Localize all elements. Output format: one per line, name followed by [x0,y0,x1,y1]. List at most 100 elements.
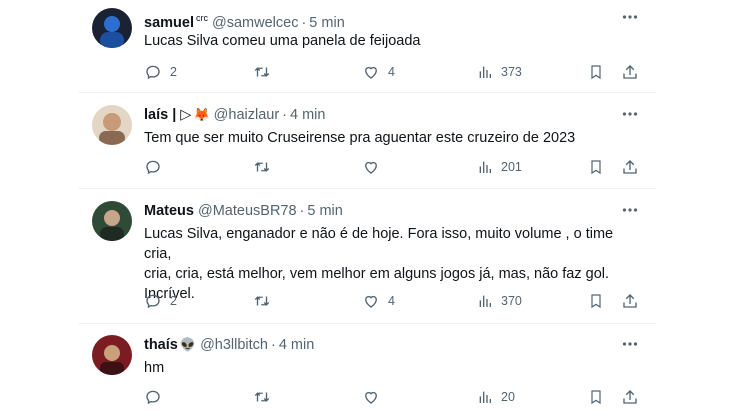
share-icon [623,65,637,79]
bookmark-icon [591,65,601,80]
tweet-text-line: Tem que ser muito Cruseirense pra aguent… [144,130,576,146]
tweet-actions: 201 [144,157,640,177]
divider [78,188,656,189]
display-name[interactable]: samuel [144,15,194,31]
bookmark-icon [591,390,601,405]
share-button[interactable] [621,387,639,407]
timestamp[interactable]: 4 min [279,337,314,353]
like-button[interactable] [362,157,388,177]
tweet-header: Mateus @MateusBR78 · 5 min [144,203,343,219]
retweet-icon [254,392,270,402]
views-icon [479,161,491,173]
tweet[interactable]: thaís 👽 @h3llbitch · 4 min hm 20 [78,335,656,415]
reply-button[interactable] [144,387,170,407]
share-button[interactable] [621,291,639,311]
reply-icon [146,65,160,80]
heart-icon [365,295,377,308]
bookmark-button[interactable] [588,62,604,82]
tweet-text: Lucas Silva comeu uma panela de feijoada [144,31,644,51]
timestamp[interactable]: 5 min [307,203,342,219]
like-button[interactable]: 4 [362,62,395,82]
tweet[interactable]: samuel crc @samwelcec · 5 min Lucas Silva c… [78,8,656,88]
more-icon[interactable] [622,203,638,217]
views-button[interactable]: 201 [477,157,522,177]
bookmark-button[interactable] [588,157,604,177]
views-button[interactable]: 373 [477,62,522,82]
views-count: 20 [501,390,515,404]
bookmark-button[interactable] [588,387,604,407]
heart-icon [365,391,377,404]
name-emoji: 🦊 [193,107,210,122]
timestamp[interactable]: 5 min [309,15,344,31]
heart-icon [365,66,377,79]
tweet-actions: 2 4 370 [144,291,640,311]
reply-button[interactable]: 2 [144,291,177,311]
tweet-text-line: hm [144,360,165,376]
views-icon [479,391,491,403]
user-handle[interactable]: @MateusBR78 [198,203,297,219]
more-icon[interactable] [622,10,638,24]
reply-button[interactable]: 2 [144,62,177,82]
share-icon [623,294,637,308]
tweet[interactable]: Mateus @MateusBR78 · 5 min Lucas Silva, en… [78,201,656,321]
retweet-button[interactable] [252,291,280,311]
user-handle[interactable]: @samwelcec [212,15,298,31]
views-count: 373 [501,65,522,79]
display-name[interactable]: thaís [144,337,178,353]
avatar[interactable] [92,201,132,241]
views-icon [479,295,491,307]
tweet-actions: 2 4 373 [144,62,640,82]
display-name[interactable]: laís | ▷ [144,107,191,123]
user-handle[interactable]: @haizlaur [214,107,280,123]
tweet-actions: 20 [144,387,640,407]
tweet-text: Tem que ser muito Cruseirense pra aguent… [144,128,644,148]
tweet-text-line: Lucas Silva, enganador e não é de hoje. … [144,226,614,262]
reply-count: 2 [170,65,177,79]
reply-icon [146,390,160,405]
tweet-text: hm [144,358,644,378]
retweet-button[interactable] [252,387,280,407]
retweet-icon [254,67,270,77]
name-badge: crc [195,13,208,23]
divider [78,92,656,93]
bookmark-icon [591,294,601,309]
tweet-feed: samuel crc @samwelcec · 5 min Lucas Silva c… [0,0,740,416]
bookmark-icon [591,160,601,175]
views-count: 201 [501,160,522,174]
tweet-text-line: Lucas Silva comeu uma panela de feijoada [144,33,421,49]
more-icon[interactable] [622,337,638,351]
reply-button[interactable] [144,157,170,177]
views-icon [479,66,491,78]
like-button[interactable]: 4 [362,291,395,311]
views-count: 370 [501,294,522,308]
views-button[interactable]: 370 [477,291,522,311]
reply-icon [146,160,160,175]
avatar[interactable] [92,335,132,375]
avatar[interactable] [92,8,132,48]
heart-icon [365,161,377,174]
share-button[interactable] [621,62,639,82]
user-handle[interactable]: @h3llbitch [200,337,268,353]
tweet-header: thaís 👽 @h3llbitch · 4 min [144,337,315,353]
like-count: 4 [388,65,395,79]
name-emoji: 👽 [179,337,197,352]
divider [78,323,656,324]
share-icon [623,160,637,174]
display-name[interactable]: Mateus [144,203,194,219]
avatar[interactable] [92,105,132,145]
like-button[interactable] [362,387,388,407]
retweet-icon [254,296,270,306]
tweet[interactable]: laís | ▷ 🦊 @haizlaur · 4 min Tem que ser mu… [78,105,656,185]
retweet-icon [254,162,270,172]
bookmark-button[interactable] [588,291,604,311]
like-count: 4 [388,294,395,308]
share-button[interactable] [621,157,639,177]
tweet-header: laís | ▷ 🦊 @haizlaur · 4 min [144,107,326,123]
retweet-button[interactable] [252,62,280,82]
timestamp[interactable]: 4 min [290,107,325,123]
more-icon[interactable] [622,107,638,121]
tweet-text-line: cria, cria, está melhor, vem melhor em a… [144,266,610,282]
views-button[interactable]: 20 [477,387,515,407]
reply-icon [146,294,160,309]
retweet-button[interactable] [252,157,280,177]
